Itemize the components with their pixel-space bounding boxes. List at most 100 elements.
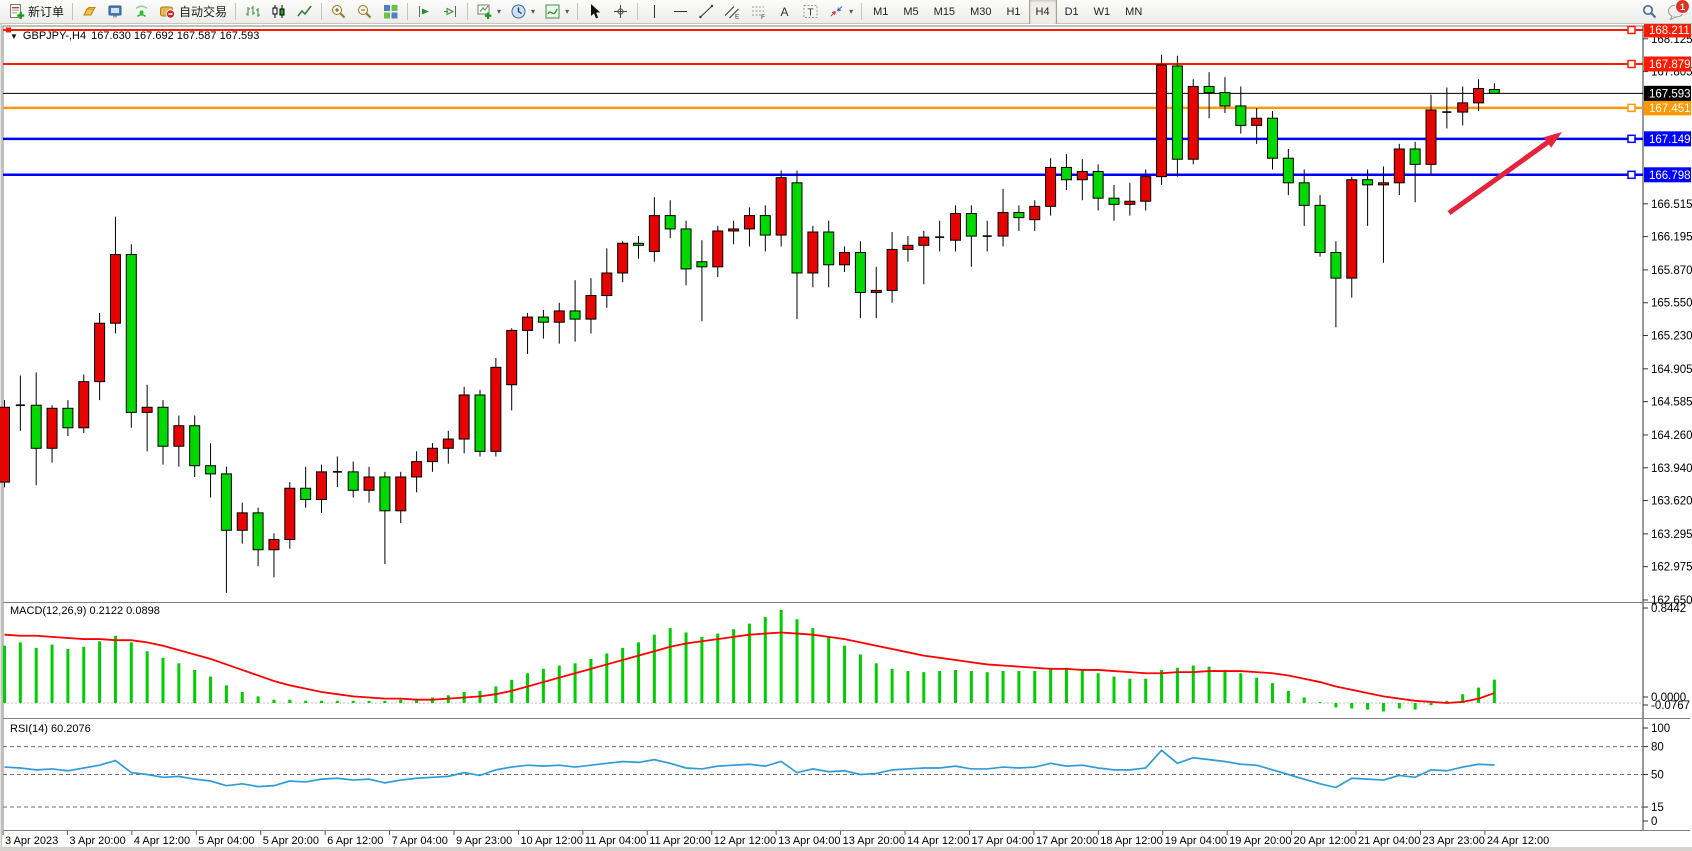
line-handle-icon[interactable]: [1628, 104, 1635, 111]
candlestick-button[interactable]: [266, 0, 291, 24]
price-badge-label: 168.211: [1649, 25, 1690, 37]
autotrade-icon: [159, 3, 176, 20]
candle: [0, 407, 10, 482]
timeframe-h1[interactable]: H1: [999, 0, 1027, 25]
line-handle-icon[interactable]: [1628, 26, 1635, 33]
macd-histogram-bar: [764, 617, 767, 703]
search-button[interactable]: [1637, 0, 1662, 24]
macd-histogram-bar: [193, 670, 196, 703]
price-tick-label: 164.585: [1651, 397, 1692, 409]
text-label-button[interactable]: T: [798, 0, 823, 24]
line-handle-icon[interactable]: [1628, 61, 1635, 68]
label-icon: T: [802, 3, 819, 20]
indicators-button[interactable]: ▾: [540, 0, 573, 24]
line-handle-icon[interactable]: [1628, 135, 1635, 142]
price-badge-label: 167.593: [1649, 88, 1691, 100]
date-label: 10 Apr 12:00: [520, 835, 582, 847]
fibonacci-button[interactable]: F: [746, 0, 771, 24]
price-chart[interactable]: 168.125167.805166.515166.195165.870165.5…: [0, 24, 1692, 851]
crosshair-button[interactable]: [608, 0, 633, 24]
macd-histogram-bar: [558, 666, 561, 703]
dropdown-caret-icon[interactable]: ▾: [531, 7, 535, 16]
period-button[interactable]: ▾: [506, 0, 539, 24]
dropdown-caret-icon[interactable]: ▾: [565, 7, 569, 16]
macd-histogram-bar: [209, 677, 212, 703]
candle: [1394, 149, 1404, 183]
arrows-icon: [828, 3, 845, 20]
new-chart-button[interactable]: ▾: [472, 0, 505, 24]
clock-icon: [510, 3, 527, 20]
dropdown-caret-icon[interactable]: ▾: [849, 7, 853, 16]
chart-shift-button[interactable]: [438, 0, 463, 24]
macd-histogram-bar: [526, 673, 529, 703]
zoom-out-icon: [356, 3, 373, 20]
candlestick-icon: [270, 3, 287, 20]
notification-badge: 1: [1675, 0, 1690, 14]
candle: [190, 426, 200, 466]
arrows-button[interactable]: ▾: [824, 0, 857, 24]
macd-histogram-bar: [827, 637, 830, 703]
date-label: 11 Apr 20:00: [649, 835, 711, 847]
timeframe-m5[interactable]: M5: [896, 0, 925, 25]
macd-histogram-bar: [653, 635, 656, 703]
toolbar-separator: [407, 3, 408, 20]
new-order-button[interactable]: 新订单: [4, 0, 68, 24]
macd-histogram-bar: [1192, 666, 1195, 703]
community-button[interactable]: [103, 0, 128, 24]
rsi-axis-label: 100: [1651, 723, 1670, 735]
macd-axis-label: -0.0767: [1651, 700, 1690, 712]
timeframe-m15[interactable]: M15: [927, 0, 962, 25]
candle: [1141, 177, 1151, 202]
candle: [1046, 167, 1056, 206]
chat-icon: 1: [1667, 3, 1684, 20]
date-label: 19 Apr 04:00: [1165, 835, 1227, 847]
timeframe-d1[interactable]: D1: [1058, 0, 1086, 25]
zoom-out-button[interactable]: [352, 0, 377, 24]
candle: [634, 243, 644, 245]
autotrading-button[interactable]: 自动交易: [155, 0, 231, 24]
rsi-axis-label: 50: [1651, 770, 1664, 782]
candle: [427, 448, 437, 461]
vertical-line-button[interactable]: [642, 0, 667, 24]
macd-histogram-bar: [1477, 688, 1480, 703]
candle: [1204, 86, 1214, 92]
macd-histogram-bar: [1208, 667, 1211, 703]
channel-icon: E: [724, 3, 741, 20]
timeframe-m30[interactable]: M30: [963, 0, 998, 25]
macd-histogram-bar: [1398, 703, 1401, 709]
macd-histogram-bar: [241, 692, 244, 703]
signals-button[interactable]: [129, 0, 154, 24]
chat-button[interactable]: 1: [1663, 0, 1688, 24]
bar-chart-button[interactable]: [240, 0, 265, 24]
market-watch-button[interactable]: [77, 0, 102, 24]
price-tick-label: 165.550: [1651, 298, 1692, 310]
auto-scroll-button[interactable]: [412, 0, 437, 24]
zoom-in-button[interactable]: [326, 0, 351, 24]
macd-histogram-bar: [1319, 702, 1322, 703]
tile-windows-button[interactable]: [378, 0, 403, 24]
text-button[interactable]: A: [772, 0, 797, 24]
cursor-button[interactable]: [582, 0, 607, 24]
macd-histogram-bar: [605, 653, 608, 703]
dropdown-caret-icon[interactable]: ▾: [497, 7, 501, 16]
candle: [523, 317, 533, 330]
timeframe-m1[interactable]: M1: [866, 0, 895, 25]
macd-histogram-bar: [1382, 703, 1385, 711]
price-badge-label: 166.798: [1649, 170, 1691, 182]
timeframe-h4[interactable]: H4: [1029, 0, 1057, 25]
timeframe-mn[interactable]: MN: [1118, 0, 1149, 25]
macd-histogram-bar: [1303, 697, 1306, 703]
candle: [1061, 167, 1071, 179]
macd-histogram-bar: [906, 671, 909, 703]
horizontal-line-button[interactable]: [668, 0, 693, 24]
timeframe-w1[interactable]: W1: [1087, 0, 1118, 25]
equidistant-channel-button[interactable]: E: [720, 0, 745, 24]
indicators-icon: [544, 3, 561, 20]
line-chart-button[interactable]: [292, 0, 317, 24]
toolbar-separator: [72, 3, 73, 20]
trendline-button[interactable]: [694, 0, 719, 24]
line-handle-icon[interactable]: [1628, 171, 1635, 178]
line-handle-icon[interactable]: [6, 27, 11, 32]
candle: [443, 439, 453, 448]
candle: [1093, 172, 1103, 199]
